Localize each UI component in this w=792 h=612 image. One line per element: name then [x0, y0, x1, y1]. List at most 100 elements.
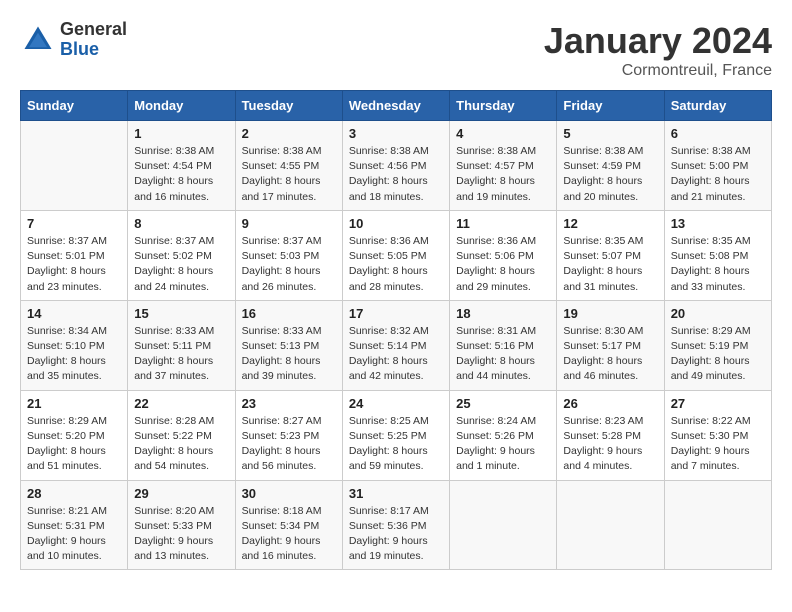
day-info: Sunrise: 8:34 AMSunset: 5:10 PMDaylight:… [27, 324, 121, 385]
calendar-cell: 3 Sunrise: 8:38 AMSunset: 4:56 PMDaylight… [342, 121, 449, 211]
day-number: 4 [456, 126, 550, 141]
day-number: 1 [134, 126, 228, 141]
day-number: 29 [134, 486, 228, 501]
calendar-cell: 28 Sunrise: 8:21 AMSunset: 5:31 PMDayligh… [21, 480, 128, 570]
calendar-cell: 10 Sunrise: 8:36 AMSunset: 5:05 PMDayligh… [342, 210, 449, 300]
day-info: Sunrise: 8:38 AMSunset: 4:56 PMDaylight:… [349, 144, 443, 205]
calendar-cell: 5 Sunrise: 8:38 AMSunset: 4:59 PMDaylight… [557, 121, 664, 211]
day-info: Sunrise: 8:38 AMSunset: 4:57 PMDaylight:… [456, 144, 550, 205]
day-number: 3 [349, 126, 443, 141]
column-header-saturday: Saturday [664, 91, 771, 121]
day-info: Sunrise: 8:18 AMSunset: 5:34 PMDaylight:… [242, 504, 336, 565]
column-header-wednesday: Wednesday [342, 91, 449, 121]
day-number: 30 [242, 486, 336, 501]
day-number: 6 [671, 126, 765, 141]
day-info: Sunrise: 8:38 AMSunset: 5:00 PMDaylight:… [671, 144, 765, 205]
day-info: Sunrise: 8:35 AMSunset: 5:08 PMDaylight:… [671, 234, 765, 295]
day-number: 16 [242, 306, 336, 321]
calendar-cell: 23 Sunrise: 8:27 AMSunset: 5:23 PMDayligh… [235, 390, 342, 480]
day-info: Sunrise: 8:37 AMSunset: 5:02 PMDaylight:… [134, 234, 228, 295]
calendar-table: SundayMondayTuesdayWednesdayThursdayFrid… [20, 90, 772, 570]
day-number: 8 [134, 216, 228, 231]
day-number: 9 [242, 216, 336, 231]
column-header-thursday: Thursday [450, 91, 557, 121]
day-info: Sunrise: 8:38 AMSunset: 4:59 PMDaylight:… [563, 144, 657, 205]
logo: GeneralBlue [20, 20, 127, 60]
calendar-cell: 11 Sunrise: 8:36 AMSunset: 5:06 PMDayligh… [450, 210, 557, 300]
day-number: 31 [349, 486, 443, 501]
calendar-cell: 15 Sunrise: 8:33 AMSunset: 5:11 PMDayligh… [128, 300, 235, 390]
day-number: 14 [27, 306, 121, 321]
day-number: 27 [671, 396, 765, 411]
calendar-cell: 29 Sunrise: 8:20 AMSunset: 5:33 PMDayligh… [128, 480, 235, 570]
calendar-cell: 25 Sunrise: 8:24 AMSunset: 5:26 PMDayligh… [450, 390, 557, 480]
day-number: 21 [27, 396, 121, 411]
day-info: Sunrise: 8:38 AMSunset: 4:55 PMDaylight:… [242, 144, 336, 205]
calendar-cell: 17 Sunrise: 8:32 AMSunset: 5:14 PMDayligh… [342, 300, 449, 390]
day-number: 23 [242, 396, 336, 411]
calendar-cell: 2 Sunrise: 8:38 AMSunset: 4:55 PMDaylight… [235, 121, 342, 211]
day-number: 26 [563, 396, 657, 411]
day-number: 10 [349, 216, 443, 231]
calendar-cell: 31 Sunrise: 8:17 AMSunset: 5:36 PMDayligh… [342, 480, 449, 570]
column-header-monday: Monday [128, 91, 235, 121]
day-number: 28 [27, 486, 121, 501]
calendar-cell [450, 480, 557, 570]
day-number: 19 [563, 306, 657, 321]
column-header-tuesday: Tuesday [235, 91, 342, 121]
calendar-cell: 9 Sunrise: 8:37 AMSunset: 5:03 PMDaylight… [235, 210, 342, 300]
calendar-cell [664, 480, 771, 570]
location-subtitle: Cormontreuil, France [544, 62, 772, 80]
calendar-cell: 20Sunrise: 8:29 AMSunset: 5:19 PMDayligh… [664, 300, 771, 390]
calendar-week-row: 28 Sunrise: 8:21 AMSunset: 5:31 PMDayligh… [21, 480, 772, 570]
day-info: Sunrise: 8:36 AMSunset: 5:05 PMDaylight:… [349, 234, 443, 295]
calendar-cell: 13Sunrise: 8:35 AMSunset: 5:08 PMDayligh… [664, 210, 771, 300]
calendar-week-row: 21 Sunrise: 8:29 AMSunset: 5:20 PMDayligh… [21, 390, 772, 480]
calendar-cell [21, 121, 128, 211]
day-info: Sunrise: 8:27 AMSunset: 5:23 PMDaylight:… [242, 414, 336, 475]
day-info: Sunrise: 8:31 AMSunset: 5:16 PMDaylight:… [456, 324, 550, 385]
day-number: 15 [134, 306, 228, 321]
day-info: Sunrise: 8:37 AMSunset: 5:03 PMDaylight:… [242, 234, 336, 295]
calendar-cell: 30 Sunrise: 8:18 AMSunset: 5:34 PMDayligh… [235, 480, 342, 570]
day-number: 22 [134, 396, 228, 411]
day-info: Sunrise: 8:25 AMSunset: 5:25 PMDaylight:… [349, 414, 443, 475]
day-number: 25 [456, 396, 550, 411]
day-info: Sunrise: 8:32 AMSunset: 5:14 PMDaylight:… [349, 324, 443, 385]
calendar-week-row: 14 Sunrise: 8:34 AMSunset: 5:10 PMDayligh… [21, 300, 772, 390]
page-header: GeneralBlue January 2024 Cormontreuil, F… [20, 20, 772, 80]
day-info: Sunrise: 8:36 AMSunset: 5:06 PMDaylight:… [456, 234, 550, 295]
calendar-week-row: 7 Sunrise: 8:37 AMSunset: 5:01 PMDaylight… [21, 210, 772, 300]
day-info: Sunrise: 8:17 AMSunset: 5:36 PMDaylight:… [349, 504, 443, 565]
day-info: Sunrise: 8:20 AMSunset: 5:33 PMDaylight:… [134, 504, 228, 565]
day-info: Sunrise: 8:21 AMSunset: 5:31 PMDaylight:… [27, 504, 121, 565]
calendar-cell: 21 Sunrise: 8:29 AMSunset: 5:20 PMDayligh… [21, 390, 128, 480]
day-info: Sunrise: 8:38 AMSunset: 4:54 PMDaylight:… [134, 144, 228, 205]
day-number: 11 [456, 216, 550, 231]
day-info: Sunrise: 8:33 AMSunset: 5:11 PMDaylight:… [134, 324, 228, 385]
calendar-cell: 18 Sunrise: 8:31 AMSunset: 5:16 PMDayligh… [450, 300, 557, 390]
calendar-cell: 16Sunrise: 8:33 AMSunset: 5:13 PMDayligh… [235, 300, 342, 390]
day-info: Sunrise: 8:28 AMSunset: 5:22 PMDaylight:… [134, 414, 228, 475]
day-number: 5 [563, 126, 657, 141]
day-number: 2 [242, 126, 336, 141]
calendar-cell: 26Sunrise: 8:23 AMSunset: 5:28 PMDayligh… [557, 390, 664, 480]
day-info: Sunrise: 8:30 AMSunset: 5:17 PMDaylight:… [563, 324, 657, 385]
day-number: 7 [27, 216, 121, 231]
day-number: 18 [456, 306, 550, 321]
day-number: 20 [671, 306, 765, 321]
calendar-cell: 22 Sunrise: 8:28 AMSunset: 5:22 PMDayligh… [128, 390, 235, 480]
calendar-cell: 6 Sunrise: 8:38 AMSunset: 5:00 PMDaylight… [664, 121, 771, 211]
day-number: 17 [349, 306, 443, 321]
calendar-cell: 4 Sunrise: 8:38 AMSunset: 4:57 PMDaylight… [450, 121, 557, 211]
logo-text: GeneralBlue [60, 20, 127, 60]
day-info: Sunrise: 8:37 AMSunset: 5:01 PMDaylight:… [27, 234, 121, 295]
day-info: Sunrise: 8:35 AMSunset: 5:07 PMDaylight:… [563, 234, 657, 295]
month-title: January 2024 [544, 20, 772, 62]
column-header-sunday: Sunday [21, 91, 128, 121]
day-number: 12 [563, 216, 657, 231]
logo-icon [20, 22, 56, 58]
day-info: Sunrise: 8:24 AMSunset: 5:26 PMDaylight:… [456, 414, 550, 475]
day-info: Sunrise: 8:29 AMSunset: 5:20 PMDaylight:… [27, 414, 121, 475]
calendar-cell: 8 Sunrise: 8:37 AMSunset: 5:02 PMDaylight… [128, 210, 235, 300]
